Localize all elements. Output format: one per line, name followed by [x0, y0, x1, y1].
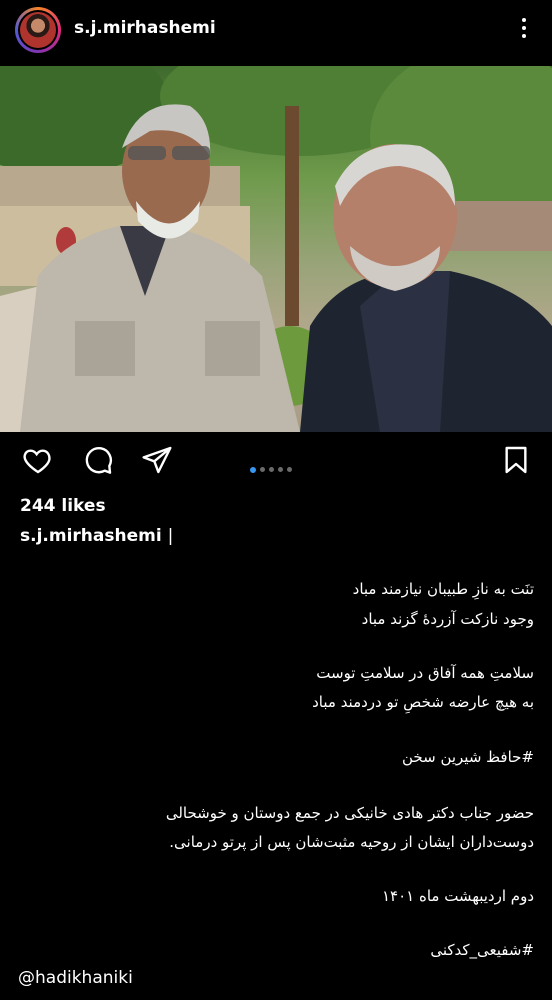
- hashtag-link[interactable]: #حافظ شیرین سخن: [14, 748, 534, 766]
- hashtag-link[interactable]: #شفیعی_کدکنی: [14, 941, 534, 959]
- carousel-dot: [260, 467, 265, 472]
- post-photo-illustration: [0, 66, 552, 432]
- carousel-dot: [269, 467, 274, 472]
- caption-line: وجود نازکت آزردهٔ گزند مباد: [361, 610, 534, 628]
- caption-line: تنَت به نازِ طبیبان نیازمند مباد: [352, 580, 534, 598]
- author-name[interactable]: s.j.mirhashemi: [20, 526, 162, 546]
- username[interactable]: s.j.mirhashemi: [74, 18, 216, 38]
- mention-link[interactable]: @hadikhaniki: [18, 968, 133, 988]
- post-image[interactable]: [0, 66, 552, 432]
- post-header: s.j.mirhashemi: [0, 0, 552, 66]
- caption-line: به هیچ عارضه شخصِ تو دردمند مباد: [312, 693, 534, 711]
- avatar[interactable]: [15, 7, 61, 53]
- heart-icon[interactable]: [22, 444, 54, 476]
- carousel-dot: [287, 467, 292, 472]
- text-cursor: |: [167, 526, 174, 546]
- comment-icon[interactable]: [82, 444, 114, 476]
- caption-line: دوست‌داران ایشان از روحیه مثبت‌شان پس از…: [169, 833, 534, 851]
- likes-count[interactable]: 244 likes: [20, 496, 106, 516]
- more-vertical-icon[interactable]: [514, 14, 534, 48]
- avatar-ring: [18, 10, 58, 50]
- caption-author[interactable]: s.j.mirhashemi |: [20, 526, 173, 546]
- carousel-indicator: [248, 459, 294, 473]
- carousel-dot: [278, 467, 283, 472]
- caption-line: دوم اردیبهشت ماه ۱۴۰۱: [381, 887, 534, 905]
- caption-line: حضور جناب دکتر هادی خانیکی در جمع دوستان…: [165, 804, 534, 822]
- paper-plane-icon[interactable]: [141, 444, 173, 476]
- bookmark-icon[interactable]: [500, 444, 532, 476]
- caption-line: سلامتِ همه آفاق در سلامتِ توست: [316, 664, 534, 682]
- carousel-dot-active: [250, 466, 256, 473]
- avatar-image: [20, 12, 56, 48]
